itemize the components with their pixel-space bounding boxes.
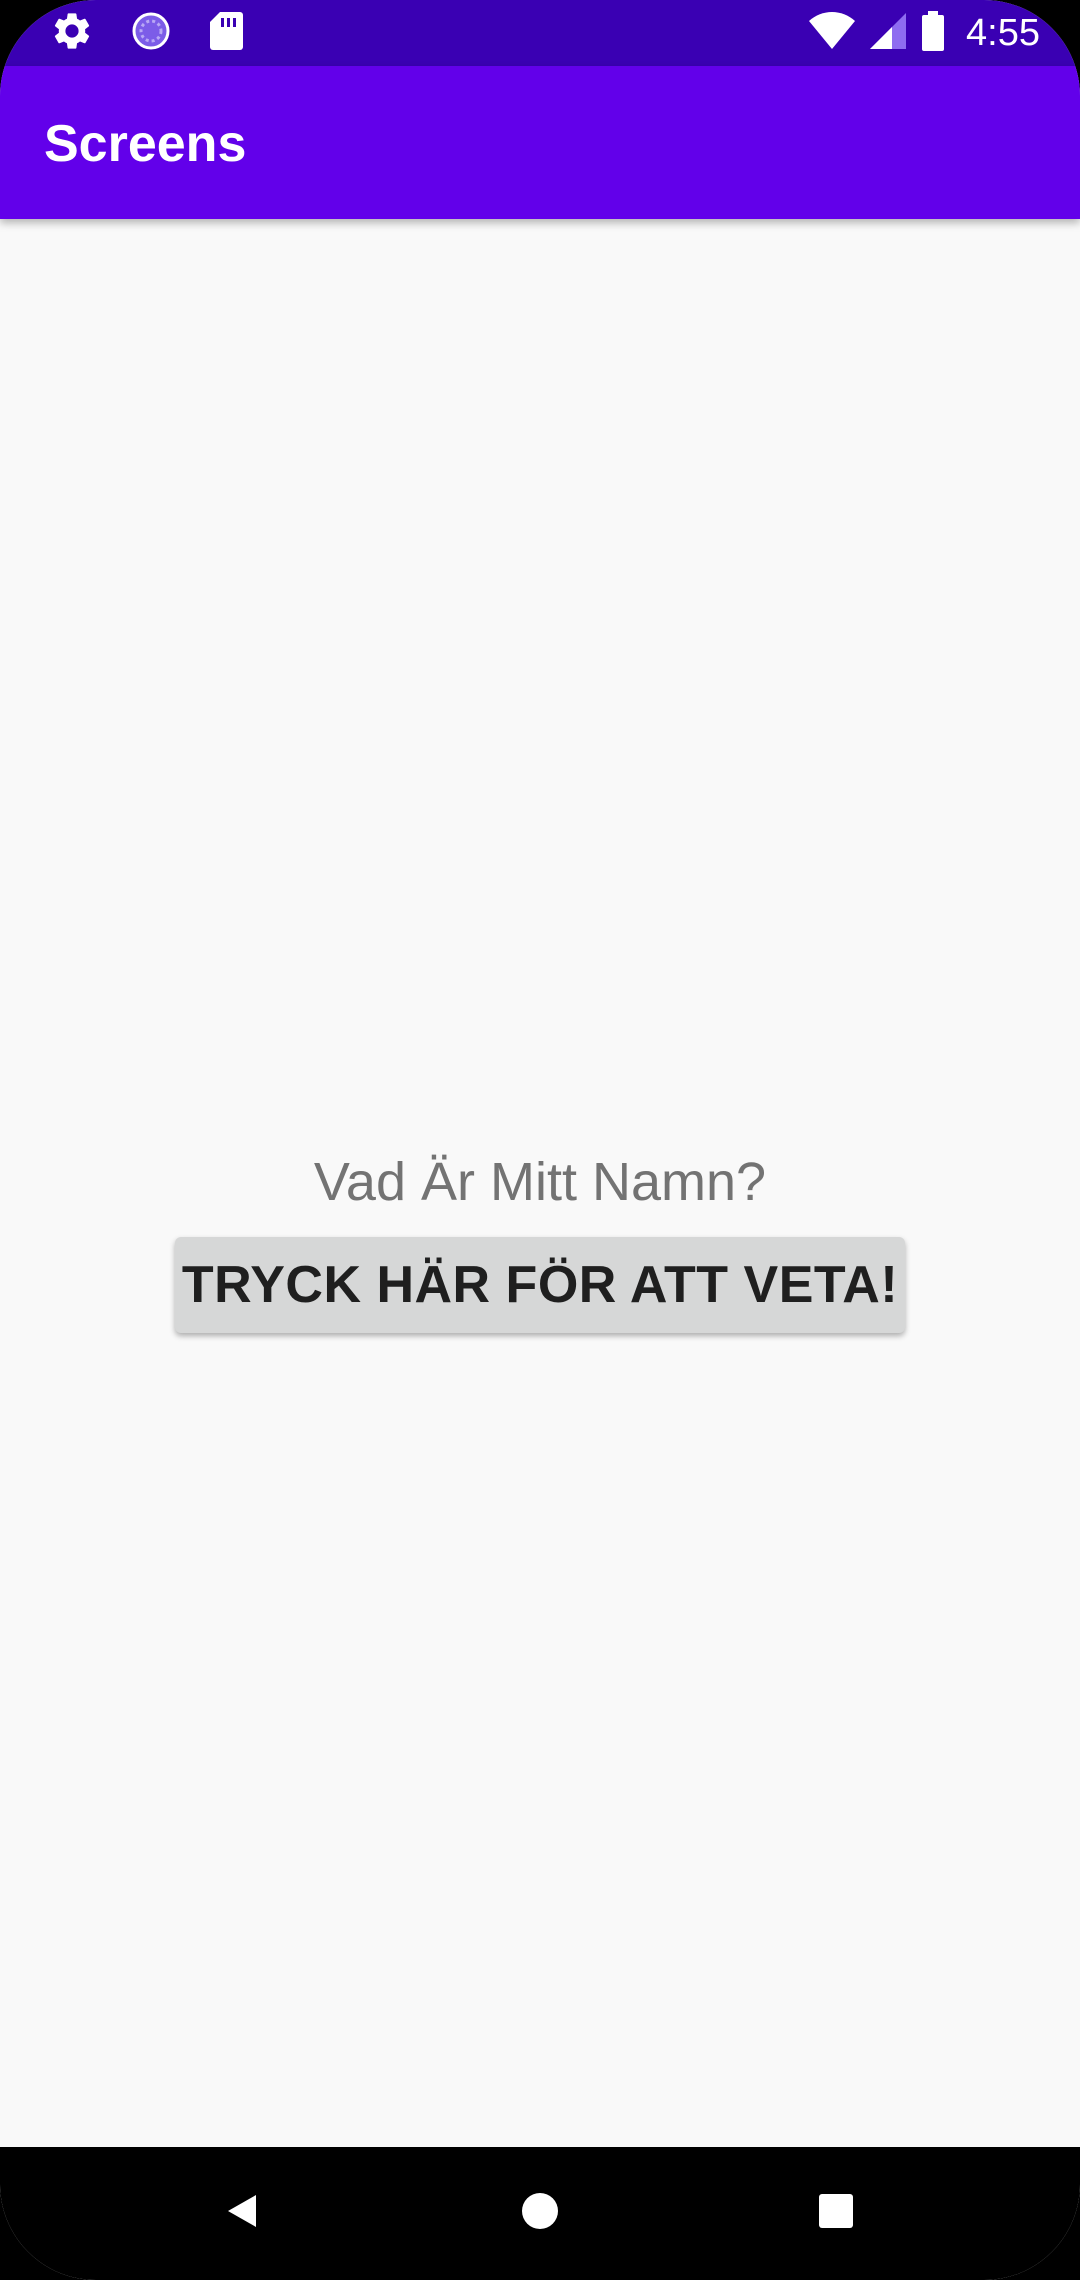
signal-icon bbox=[868, 11, 908, 56]
home-icon bbox=[520, 2191, 560, 2236]
battery-icon bbox=[920, 10, 946, 57]
back-icon bbox=[222, 2191, 262, 2236]
status-bar: 4:55 bbox=[0, 0, 1080, 66]
navigation-bar bbox=[0, 2147, 1080, 2280]
phone-screen: 4:55 Screens Vad Är Mitt Namn? TRYCK HÄR… bbox=[0, 0, 1080, 2280]
status-left-icons bbox=[50, 8, 244, 58]
back-button[interactable] bbox=[162, 2147, 322, 2280]
app-title: Screens bbox=[44, 115, 247, 173]
home-button[interactable] bbox=[460, 2147, 620, 2280]
wifi-icon bbox=[808, 11, 856, 56]
recents-icon bbox=[818, 2193, 854, 2234]
settings-icon bbox=[50, 9, 94, 58]
main-content: Vad Är Mitt Namn? TRYCK HÄR FÖR ATT VETA… bbox=[0, 219, 1080, 2147]
recents-button[interactable] bbox=[756, 2147, 916, 2280]
app-bar: Screens bbox=[0, 66, 1080, 219]
reveal-name-button[interactable]: TRYCK HÄR FÖR ATT VETA! bbox=[175, 1237, 905, 1333]
sync-icon bbox=[130, 10, 172, 57]
status-time: 4:55 bbox=[966, 11, 1040, 54]
sd-card-icon bbox=[208, 10, 244, 57]
status-right-icons: 4:55 bbox=[808, 8, 1040, 58]
question-text: Vad Är Mitt Namn? bbox=[313, 1152, 767, 1212]
